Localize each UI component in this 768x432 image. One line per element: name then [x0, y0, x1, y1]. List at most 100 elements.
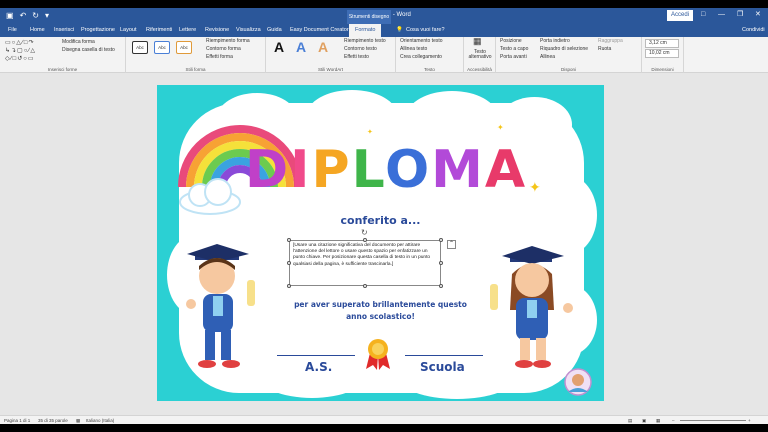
- style-preset-1[interactable]: Abc: [132, 41, 148, 54]
- small-cloud-icon: [179, 178, 241, 215]
- close-icon[interactable]: ✕: [755, 10, 761, 20]
- zoom-out-icon[interactable]: –: [672, 418, 675, 423]
- ribbon-display-icon[interactable]: □: [701, 10, 705, 20]
- edit-shape-button[interactable]: Modifica forma: [62, 39, 95, 46]
- tab-design[interactable]: Progettazione: [81, 27, 115, 33]
- sparkle-icon: ✦: [367, 129, 373, 136]
- group-label: Disponi: [560, 67, 576, 72]
- wordart-style-blue[interactable]: A: [296, 39, 306, 55]
- wordart-style-orange[interactable]: A: [318, 39, 328, 55]
- tab-home[interactable]: Home: [30, 27, 45, 33]
- send-backward-button[interactable]: Porta indietro: [540, 38, 570, 45]
- group-wordart: A A A Riempimento testo Contorno testo E…: [266, 37, 396, 73]
- group-size: 3,12 cm 10,02 cm Dimensioni: [642, 37, 684, 73]
- align-text-button[interactable]: Allinea testo: [400, 46, 427, 53]
- logo-icon: [564, 368, 592, 396]
- sparkle-icon: ✦: [497, 123, 504, 132]
- group-label: Inserisci forme: [47, 67, 78, 72]
- signature-label-scuola: Scuola: [420, 360, 465, 374]
- rotate-button[interactable]: Ruota: [598, 46, 611, 53]
- rotate-handle-icon[interactable]: ↻: [361, 228, 368, 237]
- layout-options-icon[interactable]: ⌃: [447, 240, 456, 249]
- tab-review[interactable]: Revisione: [205, 27, 229, 33]
- diploma-page[interactable]: ✦ ✦ ✦ DIPLOMA conferito a... [Usare una …: [157, 85, 604, 401]
- ribbon-tabs: File Home Inserisci Progettazione Layout…: [0, 24, 768, 37]
- diploma-title: DIPLOMA: [245, 140, 527, 200]
- position-button[interactable]: Posizione: [500, 38, 522, 45]
- height-field[interactable]: 3,12 cm: [645, 39, 679, 48]
- align-button[interactable]: Allinea: [540, 54, 555, 61]
- resize-handle[interactable]: [287, 238, 291, 242]
- subtitle-line: anno scolastico!: [346, 312, 415, 321]
- style-preset-3[interactable]: Abc: [176, 41, 192, 54]
- tab-format[interactable]: Formato: [349, 24, 382, 37]
- wrap-text-button[interactable]: Testo a capo: [500, 46, 528, 53]
- shape-fill-button[interactable]: Riempimento forma: [206, 38, 250, 45]
- text-outline-button[interactable]: Contorno testo: [344, 46, 377, 53]
- resize-handle[interactable]: [439, 261, 443, 265]
- resize-handle[interactable]: [439, 284, 443, 288]
- minimize-icon[interactable]: —: [718, 10, 725, 20]
- quote-textbox[interactable]: [Usare una citazione significativa del d…: [289, 240, 441, 286]
- group-label: Dimensioni: [651, 67, 674, 72]
- text-direction-button[interactable]: Orientamento testo: [400, 38, 443, 45]
- width-field[interactable]: 10,02 cm: [645, 49, 679, 58]
- wordart-style-black[interactable]: A: [274, 39, 284, 55]
- text-fill-button[interactable]: Riempimento testo: [344, 38, 386, 45]
- share-button[interactable]: Condividi: [742, 27, 765, 33]
- maximize-icon[interactable]: ❐: [737, 10, 743, 20]
- tab-references[interactable]: Riferimenti: [146, 27, 172, 33]
- ribbon: ▭○△∕□↷ ↳↴▢○∕△ ◇∕□↺○▭ Modifica forma Dise…: [0, 37, 768, 73]
- tab-help[interactable]: Guida: [267, 27, 282, 33]
- shape-effects-button[interactable]: Effetti forma: [206, 54, 233, 61]
- bring-forward-button[interactable]: Porta avanti: [500, 54, 527, 61]
- group-objects-button[interactable]: Raggruppa: [598, 38, 623, 45]
- title-letter: I: [290, 140, 312, 200]
- tab-mailings[interactable]: Lettere: [179, 27, 196, 33]
- shapes-gallery-row2[interactable]: ↳↴▢○∕△: [5, 48, 36, 55]
- group-text: Orientamento testo Allinea testo Crea co…: [396, 37, 464, 73]
- selection-pane-button[interactable]: Riquadro di selezione: [540, 46, 588, 53]
- group-accessibility: ▦ Testo alternativo Accessibilità: [464, 37, 496, 73]
- tell-me-search[interactable]: Cosa vuoi fare?: [406, 27, 445, 33]
- zoom-in-icon[interactable]: +: [748, 418, 751, 423]
- style-preset-2[interactable]: Abc: [154, 41, 170, 54]
- signature-line-right: [405, 355, 483, 356]
- tab-view[interactable]: Visualizza: [236, 27, 261, 33]
- sign-in-button[interactable]: Accedi: [667, 10, 693, 21]
- resize-handle[interactable]: [439, 238, 443, 242]
- tab-layout[interactable]: Layout: [120, 27, 137, 33]
- group-label: Testo: [424, 67, 435, 72]
- cloud-bump: [257, 350, 367, 398]
- tab-easy-document-creator[interactable]: Easy Document Creator: [290, 27, 349, 33]
- resize-handle[interactable]: [363, 284, 367, 288]
- shapes-gallery[interactable]: ▭○△∕□↷: [5, 40, 35, 47]
- tab-file[interactable]: File: [8, 27, 17, 33]
- signature-label-as: A.S.: [305, 360, 333, 374]
- alt-text-button[interactable]: Testo alternativo: [466, 50, 494, 60]
- zoom-slider[interactable]: [680, 420, 746, 421]
- group-arrange: Posizione Testo a capo Porta avanti Port…: [496, 37, 642, 73]
- create-link-button[interactable]: Crea collegamento: [400, 54, 442, 61]
- resize-handle[interactable]: [363, 238, 367, 242]
- tab-insert[interactable]: Inserisci: [54, 27, 74, 33]
- page-count[interactable]: Pagina 1 di 1: [4, 418, 30, 423]
- language-indicator[interactable]: Italiano (Italia): [86, 418, 114, 423]
- group-shape-styles: Abc Abc Abc Riempimento forma Contorno f…: [126, 37, 266, 73]
- sparkle-icon: ✦: [529, 179, 541, 195]
- signature-line-left: [277, 355, 355, 356]
- draw-textbox-button[interactable]: Disegna casella di testo: [62, 47, 115, 54]
- resize-handle[interactable]: [287, 284, 291, 288]
- document-canvas[interactable]: ✦ ✦ ✦ DIPLOMA conferito a... [Usare una …: [0, 73, 768, 415]
- group-label: Accessibilità: [467, 67, 492, 72]
- group-insert-shapes: ▭○△∕□↷ ↳↴▢○∕△ ◇∕□↺○▭ Modifica forma Dise…: [0, 37, 126, 73]
- resize-handle[interactable]: [287, 261, 291, 265]
- text-effects-button[interactable]: Effetti testo: [344, 54, 369, 61]
- title-letter: L: [351, 140, 385, 200]
- subtitle-line: per aver superato brillantemente questo: [294, 300, 467, 309]
- word-count[interactable]: 35 di 35 parole: [38, 418, 68, 423]
- shape-outline-button[interactable]: Contorno forma: [206, 46, 241, 53]
- shapes-gallery-row3[interactable]: ◇∕□↺○▭: [5, 56, 35, 63]
- medal-icon: [366, 339, 390, 370]
- status-bar: Pagina 1 di 1 35 di 35 parole ▩ Italiano…: [0, 415, 768, 424]
